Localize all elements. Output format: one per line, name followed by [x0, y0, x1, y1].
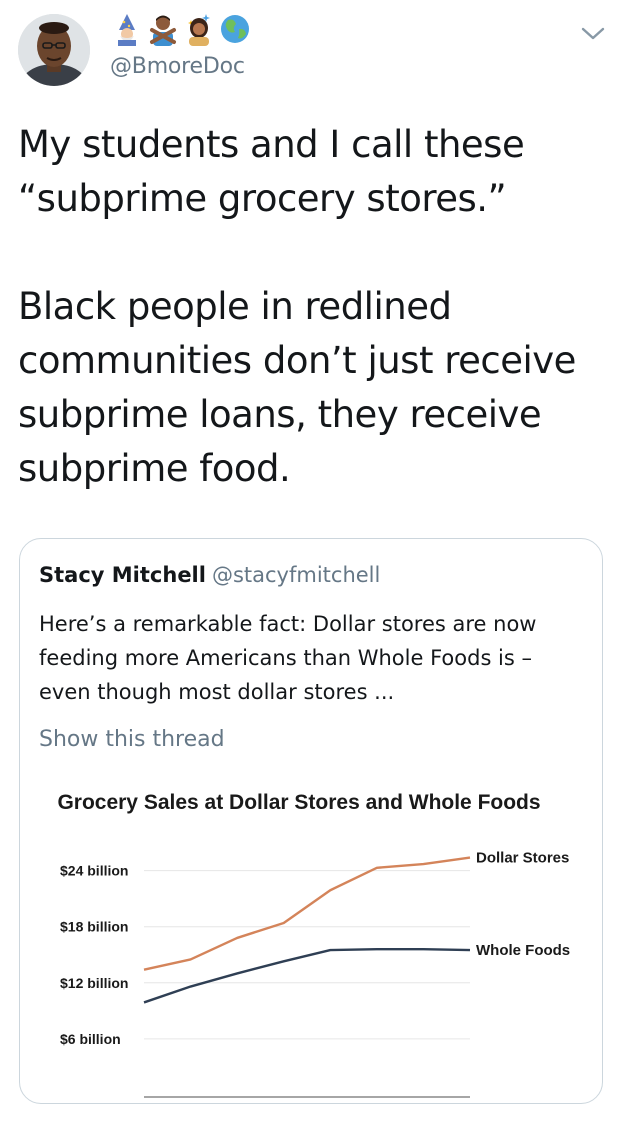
quoted-author-handle[interactable]: @stacyfmitchell [212, 563, 380, 587]
y-axis-ticks: $24 billion $18 billion $12 billion $6 bill… [60, 863, 128, 1047]
tweet-text: My students and I call these “subprime g… [18, 123, 576, 490]
series-label: Dollar Stores [476, 850, 569, 867]
show-thread-link[interactable]: Show this thread [39, 727, 225, 752]
quoted-tweet-card[interactable]: Stacy Mitchell @stacyfmitchell Here’s a r… [19, 538, 603, 1104]
quoted-tweet-header: Stacy Mitchell @stacyfmitchell [39, 563, 380, 587]
wizard-emoji [118, 14, 136, 46]
series-label: Whole Foods [476, 942, 570, 959]
woman-raising-hand-emoji [188, 14, 210, 46]
name-emojis [110, 12, 252, 46]
y-tick-label: $24 billion [60, 863, 128, 879]
chart-title: Grocery Sales at Dollar Stores and Whole… [57, 791, 540, 814]
y-tick-label: $12 billion [60, 975, 128, 991]
quoted-tweet-chart-image[interactable]: Grocery Sales at Dollar Stores and Whole… [20, 779, 603, 1104]
quoted-tweet-text: Here’s a remarkable fact: Dollar stores … [39, 612, 537, 704]
y-tick-label: $6 billion [60, 1031, 121, 1047]
man-gesturing-no-emoji [150, 15, 176, 46]
avatar-photo [18, 14, 90, 86]
quoted-author-name[interactable]: Stacy Mitchell [39, 563, 206, 587]
chart-series: Dollar Stores Whole Foods [143, 850, 570, 1004]
y-tick-label: $18 billion [60, 919, 128, 935]
author-handle[interactable]: @BmoreDoc [110, 54, 245, 79]
author-avatar[interactable] [18, 14, 90, 86]
chevron-down-icon[interactable] [576, 20, 610, 46]
globe-emoji [221, 15, 249, 43]
series-line-dollar-stores [143, 856, 471, 971]
